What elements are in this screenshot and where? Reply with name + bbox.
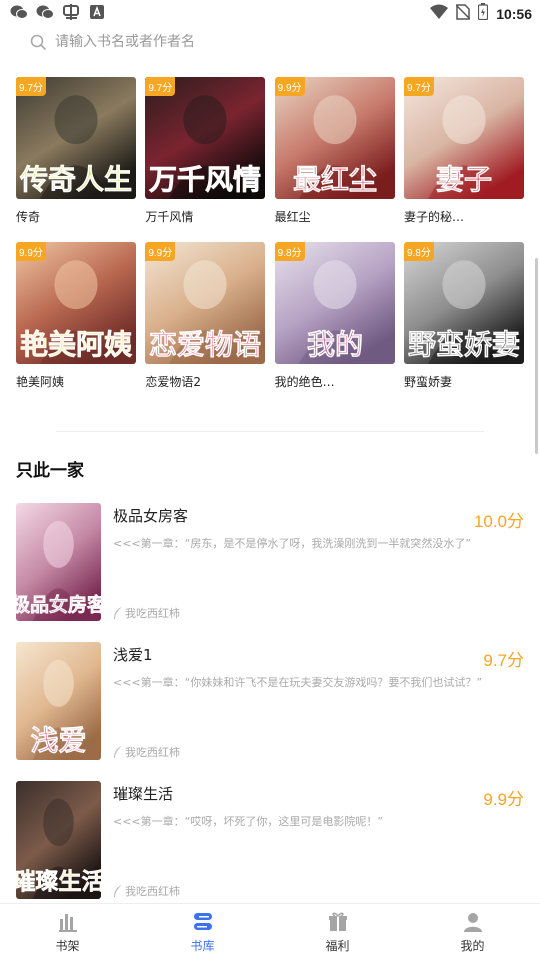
score-badge: 9.8分 xyxy=(274,242,305,261)
book-card[interactable]: 野蛮娇妻 9.8分 野蛮娇妻 xyxy=(403,242,524,390)
battery-icon xyxy=(478,3,489,24)
book-cover[interactable]: 恋爱物语 9.9分 xyxy=(145,242,266,364)
book-title[interactable]: 浅爱1 xyxy=(113,644,153,665)
nav-item-bookshelf[interactable]: 书架 xyxy=(0,904,135,961)
score-badge: 9.7分 xyxy=(145,77,176,96)
book-card[interactable]: 恋爱物语 9.9分 恋爱物语2 xyxy=(145,242,266,390)
app-notification-icon xyxy=(62,3,80,21)
score-badge: 9.9分 xyxy=(145,242,176,261)
book-cover[interactable]: 浅爱 xyxy=(16,642,101,760)
book-title[interactable]: 我的绝色… xyxy=(275,373,395,390)
book-cover[interactable]: 妻子 9.7分 xyxy=(403,77,524,199)
list-item[interactable]: 璀璨生活 璀璨生活 9.9分 <<<第一章：“哎呀，坏死了你，这里可是电影院呢！… xyxy=(16,781,526,920)
svg-text:野蛮娇妻: 野蛮娇妻 xyxy=(408,328,520,361)
book-title[interactable]: 极品女房客 xyxy=(113,505,188,526)
book-author: 我吃西红柿 xyxy=(113,605,180,621)
nav-label: 书架 xyxy=(55,939,80,953)
book-title[interactable]: 艳美阿姨 xyxy=(16,373,136,390)
book-cover[interactable]: 野蛮娇妻 9.8分 xyxy=(403,242,524,364)
book-excerpt: <<<第一章：“哎呀，坏死了你，这里可是电影院呢！” xyxy=(113,815,384,828)
svg-text:最红尘: 最红尘 xyxy=(293,163,377,196)
book-cover[interactable]: 璀璨生活 xyxy=(16,781,101,899)
score-badge: 9.9分 xyxy=(274,77,305,96)
nav-item-library[interactable]: 书库 xyxy=(135,904,270,961)
svg-text:璀璨生活: 璀璨生活 xyxy=(16,868,101,895)
svg-text:艳美阿姨: 艳美阿姨 xyxy=(20,328,132,361)
svg-text:妻子: 妻子 xyxy=(436,163,492,196)
book-title[interactable]: 万千风情 xyxy=(145,208,265,225)
wechat-icon xyxy=(10,3,28,21)
author-name: 我吃西红柿 xyxy=(125,607,180,620)
scrollbar[interactable] xyxy=(535,258,538,454)
book-cover[interactable]: 最红尘 9.9分 xyxy=(274,77,395,199)
bookshelf-icon xyxy=(58,914,77,932)
book-title[interactable]: 璀璨生活 xyxy=(113,783,173,804)
book-cover[interactable]: 传奇人生 9.7分 xyxy=(16,77,136,199)
book-title[interactable]: 最红尘 xyxy=(275,208,395,225)
book-card[interactable]: 最红尘 9.9分 最红尘 xyxy=(274,77,395,225)
svg-text:万千风情: 万千风情 xyxy=(149,163,261,196)
book-title[interactable]: 传奇 xyxy=(16,208,136,225)
book-grid: 传奇人生 9.7分 传奇 万千风情 9.7分 万千风情 最红尘 9.9分 最红尘… xyxy=(16,77,524,407)
book-card[interactable]: 万千风情 9.7分 万千风情 xyxy=(145,77,266,225)
feather-icon xyxy=(114,607,122,619)
section-title: 只此一家 xyxy=(16,461,84,481)
book-cover[interactable]: 万千风情 9.7分 xyxy=(145,77,266,199)
book-score: 10.0分 xyxy=(473,512,524,531)
nav-label: 书库 xyxy=(190,939,215,953)
bottom-nav: 书架 书库 福利 我的 xyxy=(0,903,540,961)
user-icon xyxy=(463,913,482,932)
nav-label: 我的 xyxy=(460,939,485,953)
search-icon xyxy=(30,34,47,50)
book-grid-row: 艳美阿姨 9.9分 艳美阿姨 恋爱物语 9.9分 恋爱物语2 我的 9.8分 我… xyxy=(16,242,524,390)
nav-label: 福利 xyxy=(325,939,350,953)
score-badge: 9.7分 xyxy=(16,77,46,96)
list-item[interactable]: 极品女房客 极品女房客 10.0分 <<<第一章：“房东，是不是停水了呀，我洗澡… xyxy=(16,503,526,642)
score-badge: 9.9分 xyxy=(16,242,46,261)
svg-text:我的: 我的 xyxy=(307,328,363,361)
svg-text:极品女房客: 极品女房客 xyxy=(16,593,101,616)
book-card[interactable]: 传奇人生 9.7分 传奇 xyxy=(16,77,136,225)
score-badge: 9.7分 xyxy=(403,77,434,96)
status-bar: 10:56 xyxy=(0,0,540,26)
library-icon xyxy=(193,913,212,930)
nav-item-welfare[interactable]: 福利 xyxy=(270,904,405,961)
score-badge: 9.8分 xyxy=(403,242,434,261)
book-cover[interactable]: 极品女房客 xyxy=(16,503,101,621)
book-card[interactable]: 我的 9.8分 我的绝色… xyxy=(274,242,395,390)
no-sim-icon xyxy=(455,3,471,24)
book-list: 极品女房客 极品女房客 10.0分 <<<第一章：“房东，是不是停水了呀，我洗澡… xyxy=(16,503,526,920)
search-input[interactable] xyxy=(53,33,477,51)
book-grid-row: 传奇人生 9.7分 传奇 万千风情 9.7分 万千风情 最红尘 9.9分 最红尘… xyxy=(16,77,524,225)
wifi-icon xyxy=(430,4,449,24)
wechat-icon xyxy=(36,3,54,21)
book-cover[interactable]: 艳美阿姨 9.9分 xyxy=(16,242,136,364)
a-notification-icon xyxy=(88,3,106,21)
book-card[interactable]: 妻子 9.7分 妻子的秘… xyxy=(403,77,524,225)
book-excerpt: <<<第一章：“房东，是不是停水了呀，我洗澡刚洗到一半就突然没水了” xyxy=(113,537,472,550)
author-name: 我吃西红柿 xyxy=(125,885,180,898)
feather-icon xyxy=(114,746,122,758)
book-author: 我吃西红柿 xyxy=(113,744,180,760)
feather-icon xyxy=(114,885,122,897)
book-score: 9.9分 xyxy=(483,790,524,809)
nav-item-mine[interactable]: 我的 xyxy=(405,904,540,961)
author-name: 我吃西红柿 xyxy=(125,746,180,759)
book-excerpt: <<<第一章：“你妹妹和许飞不是在玩夫妻交友游戏吗？要不我们也试试？” xyxy=(113,676,483,689)
svg-text:恋爱物语: 恋爱物语 xyxy=(149,328,261,361)
clock: 10:56 xyxy=(496,5,532,22)
book-title[interactable]: 野蛮娇妻 xyxy=(404,373,524,390)
divider xyxy=(56,431,484,432)
book-card[interactable]: 艳美阿姨 9.9分 艳美阿姨 xyxy=(16,242,136,390)
book-title[interactable]: 恋爱物语2 xyxy=(145,373,265,390)
svg-text:传奇人生: 传奇人生 xyxy=(19,163,132,196)
book-score: 9.7分 xyxy=(483,651,524,670)
book-cover[interactable]: 我的 9.8分 xyxy=(274,242,395,364)
gift-icon xyxy=(328,912,347,931)
svg-text:浅爱: 浅爱 xyxy=(30,724,86,757)
list-item[interactable]: 浅爱 浅爱1 9.7分 <<<第一章：“你妹妹和许飞不是在玩夫妻交友游戏吗？要不… xyxy=(16,642,526,781)
book-title[interactable]: 妻子的秘… xyxy=(404,208,524,225)
book-author: 我吃西红柿 xyxy=(113,883,180,899)
search-bar[interactable] xyxy=(30,30,510,54)
